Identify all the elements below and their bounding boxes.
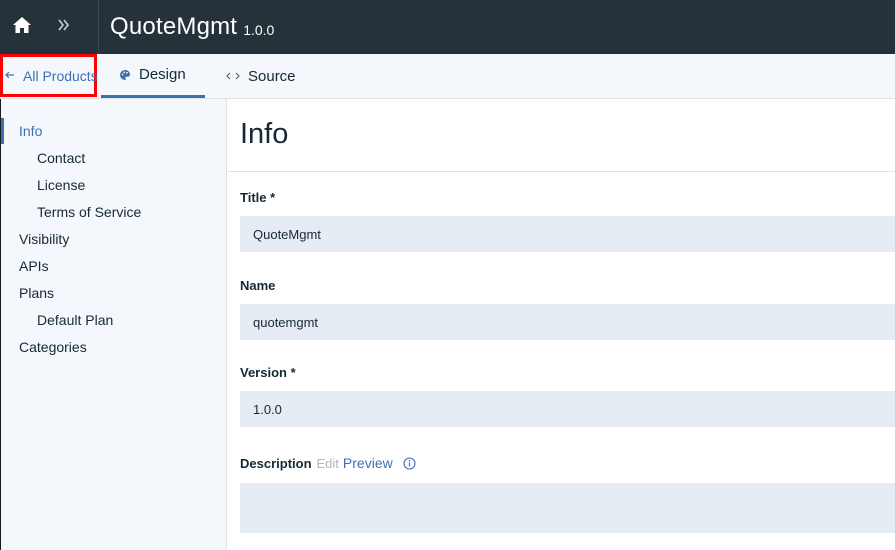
title-field-label: Title * bbox=[240, 190, 276, 205]
sidebar-item-visibility[interactable]: Visibility bbox=[19, 230, 69, 248]
sidebar-item-contact[interactable]: Contact bbox=[37, 149, 85, 167]
version-field-label: Version * bbox=[240, 365, 296, 380]
app-version: 1.0.0 bbox=[243, 22, 275, 38]
tab-source-label: Source bbox=[248, 67, 296, 85]
tab-design-label: Design bbox=[139, 66, 186, 83]
sidebar-nav: Info Contact License Terms of Service Vi… bbox=[0, 99, 227, 550]
sidebar-item-apis[interactable]: APIs bbox=[19, 257, 49, 275]
description-header: Description Edit Preview bbox=[240, 455, 416, 471]
tab-bar: All Products Design Source bbox=[0, 54, 895, 99]
info-icon[interactable] bbox=[403, 456, 416, 470]
sidebar-item-default-plan[interactable]: Default Plan bbox=[37, 311, 113, 329]
all-products-link[interactable]: All Products bbox=[0, 54, 98, 97]
tab-design[interactable]: Design bbox=[101, 54, 205, 98]
title-divider bbox=[228, 171, 895, 172]
main-content: Info Title * QuoteMgmt Name quotemgmt Ve… bbox=[228, 99, 895, 550]
sidebar-item-info[interactable]: Info bbox=[19, 122, 42, 140]
home-button[interactable] bbox=[2, 0, 42, 54]
tab-source[interactable]: Source bbox=[226, 54, 316, 98]
active-indicator bbox=[1, 118, 4, 144]
chevron-double-right-icon bbox=[57, 18, 71, 37]
arrow-left-icon bbox=[5, 69, 15, 83]
top-header: QuoteMgmt 1.0.0 bbox=[0, 0, 895, 54]
sidebar-item-license[interactable]: License bbox=[37, 176, 85, 194]
description-label: Description bbox=[240, 455, 312, 471]
palette-icon bbox=[119, 69, 131, 81]
all-products-label: All Products bbox=[23, 67, 98, 84]
app-title: QuoteMgmt bbox=[110, 13, 238, 40]
header-divider bbox=[98, 0, 99, 54]
name-field-label: Name bbox=[240, 278, 276, 293]
home-icon bbox=[12, 16, 32, 39]
description-textarea[interactable] bbox=[240, 483, 895, 533]
version-field[interactable]: 1.0.0 bbox=[240, 391, 895, 427]
name-field[interactable]: quotemgmt bbox=[240, 304, 895, 340]
sidebar-item-categories[interactable]: Categories bbox=[19, 338, 87, 356]
description-preview-tab[interactable]: Preview bbox=[343, 455, 393, 471]
sidebar-item-terms-of-service[interactable]: Terms of Service bbox=[37, 203, 141, 221]
sidebar-item-plans[interactable]: Plans bbox=[19, 284, 54, 302]
code-icon bbox=[226, 71, 240, 81]
title-field[interactable]: QuoteMgmt bbox=[240, 216, 895, 252]
description-edit-tab[interactable]: Edit bbox=[317, 456, 339, 471]
expand-nav-button[interactable] bbox=[42, 0, 86, 54]
page-title: Info bbox=[240, 118, 289, 150]
